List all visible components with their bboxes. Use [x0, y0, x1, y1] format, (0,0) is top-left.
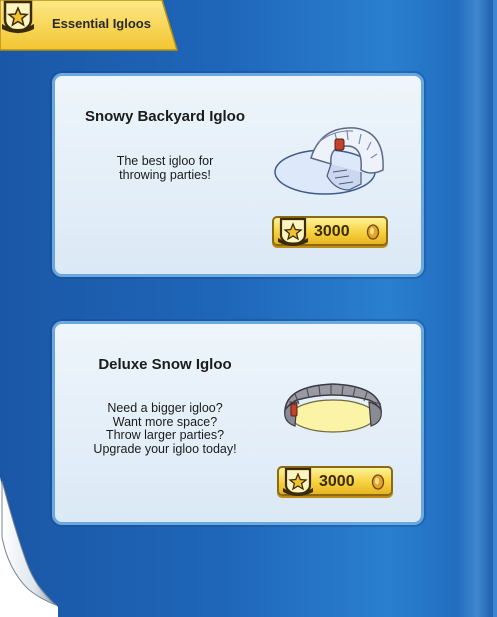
- page-edge-line: [493, 0, 497, 617]
- buy-button[interactable]: 3000: [272, 216, 388, 247]
- item-price: 3000: [314, 223, 350, 240]
- coin-icon: [371, 474, 385, 490]
- item-description-line: throwing parties!: [119, 167, 211, 182]
- star-badge-icon: [278, 217, 308, 247]
- coin-icon: [366, 224, 380, 240]
- catalog-page: Essential Igloos Snowy Backyard Igloo Th…: [0, 0, 497, 617]
- section-tab: Essential Igloos: [0, 0, 178, 52]
- star-badge-icon: [2, 0, 34, 34]
- section-title: Essential Igloos: [52, 16, 151, 31]
- star-badge-icon: [283, 467, 313, 497]
- buy-button[interactable]: 3000: [277, 466, 393, 497]
- item-title: Deluxe Snow Igloo: [98, 356, 232, 373]
- item-card-deluxe-snow-igloo[interactable]: Deluxe Snow Igloo Need a bigger igloo? W…: [52, 321, 424, 525]
- item-price: 3000: [319, 473, 355, 490]
- item-description-line: The best igloo for: [116, 154, 214, 168]
- page-curl-icon[interactable]: [0, 457, 60, 617]
- snowy-backyard-igloo-icon: [274, 127, 384, 195]
- item-card-snowy-backyard-igloo[interactable]: Snowy Backyard Igloo The best igloo for …: [52, 73, 424, 277]
- deluxe-snow-igloo-icon: [284, 383, 382, 433]
- item-description: The best igloo for throwing parties!: [55, 154, 275, 182]
- item-description-line: Throw larger parties?: [105, 428, 225, 442]
- item-description-line: Need a bigger igloo?: [107, 401, 223, 415]
- item-description-line: Upgrade your igloo today!: [93, 441, 237, 456]
- page-edge: [457, 0, 497, 617]
- item-title: Snowy Backyard Igloo: [84, 108, 246, 125]
- item-description: Need a bigger igloo? Want more space? Th…: [55, 401, 275, 456]
- item-description-line: Want more space?: [112, 414, 218, 429]
